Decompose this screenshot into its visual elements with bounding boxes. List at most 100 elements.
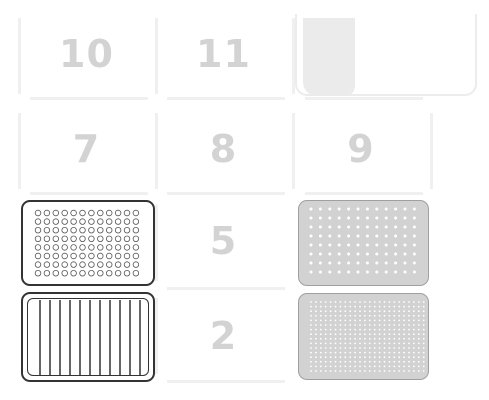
well-dot (315, 333, 317, 336)
well-dot (324, 356, 327, 359)
well-dot (408, 337, 410, 340)
well-dot (310, 351, 312, 354)
well-dot (408, 360, 410, 363)
well-dot (417, 310, 420, 313)
well-dot (334, 360, 337, 363)
well-dot (417, 356, 420, 359)
slot-2[interactable]: 2 (155, 298, 292, 374)
well-dot (123, 261, 131, 268)
well-dot (52, 218, 59, 225)
well-dot (408, 319, 410, 322)
well-dot (417, 365, 420, 368)
slot-7[interactable]: 7 (18, 113, 155, 189)
well-dot (324, 301, 327, 303)
slot-11[interactable]: 11 (155, 18, 292, 94)
well-dot (309, 261, 313, 265)
slot-10[interactable]: 10 (18, 18, 155, 94)
well-dot (309, 216, 313, 220)
well-dot (412, 270, 416, 274)
slot-number: 2 (209, 314, 238, 358)
well-dot (422, 319, 425, 322)
well-dot (383, 337, 386, 340)
well-dot (365, 252, 369, 256)
well-dot (328, 243, 332, 247)
well-dot (43, 218, 51, 225)
well-dot (378, 301, 381, 303)
well-dot (388, 324, 391, 326)
slot-9[interactable]: 9 (292, 113, 430, 189)
well-dot (329, 301, 332, 303)
well-dot (339, 301, 342, 303)
well-dot (368, 360, 371, 363)
well-dot (368, 365, 371, 368)
slot-8[interactable]: 8 (155, 113, 292, 189)
well-dot (123, 252, 131, 260)
well-dot (364, 324, 366, 326)
well-dot (309, 243, 313, 247)
reservoir-labware[interactable] (21, 292, 155, 382)
well-dot (70, 244, 77, 251)
well-dot (318, 225, 322, 229)
slot-number: 8 (209, 127, 238, 171)
well-dot (413, 310, 415, 313)
well-dot (354, 310, 356, 313)
slot-number: 11 (196, 32, 251, 76)
well-dot (97, 227, 104, 234)
well-dot (364, 301, 366, 303)
well-dot (354, 319, 356, 322)
well-plate-labware[interactable] (21, 200, 155, 286)
well-dot (403, 360, 405, 363)
well-dot (378, 305, 381, 308)
well-dot (417, 305, 420, 308)
well-dot (315, 351, 317, 354)
well-dot (319, 328, 322, 331)
well-dot (329, 370, 332, 372)
well-dot (114, 235, 122, 242)
well-dot (349, 314, 352, 317)
well-dot (375, 261, 379, 265)
well-dot (384, 216, 388, 220)
well-dot (79, 269, 86, 277)
well-dot (329, 347, 332, 349)
well-dot (368, 314, 371, 317)
well-dot (393, 365, 396, 368)
well-dot (310, 305, 312, 308)
well-dot (359, 305, 361, 308)
well-dot (368, 305, 371, 308)
well-dot (417, 333, 420, 336)
well-dot (403, 347, 405, 349)
well-dot (324, 351, 327, 354)
well-dot (422, 328, 425, 331)
well-dot (408, 305, 410, 308)
well-dot (388, 351, 391, 354)
tip-rack-labware[interactable] (298, 200, 429, 286)
slot-number: 5 (209, 219, 238, 263)
tip-rack-labware[interactable] (298, 293, 429, 380)
slot-divider (167, 192, 285, 195)
well-dot (318, 243, 322, 247)
well-dot (114, 218, 122, 225)
well-dot (398, 356, 401, 359)
well-dot (403, 216, 407, 220)
well-dot (319, 370, 322, 372)
well-dot (347, 225, 351, 229)
well-dot (347, 207, 351, 211)
well-dot (52, 227, 59, 234)
well-dot (349, 301, 352, 303)
well-dot (310, 370, 312, 372)
well-dot (368, 370, 371, 372)
slot-5[interactable]: 5 (155, 205, 292, 281)
well-dot (79, 235, 86, 242)
well-dot (375, 207, 379, 211)
well-dot (337, 234, 341, 238)
well-dot (383, 365, 386, 368)
well-dot (315, 347, 317, 349)
well-dot (344, 324, 347, 326)
well-dot (114, 244, 122, 251)
well-dot (413, 328, 415, 331)
well-dot (70, 269, 77, 277)
well-dot (328, 216, 332, 220)
well-dot (334, 305, 337, 308)
well-dot (334, 347, 337, 349)
well-dot (383, 319, 386, 322)
